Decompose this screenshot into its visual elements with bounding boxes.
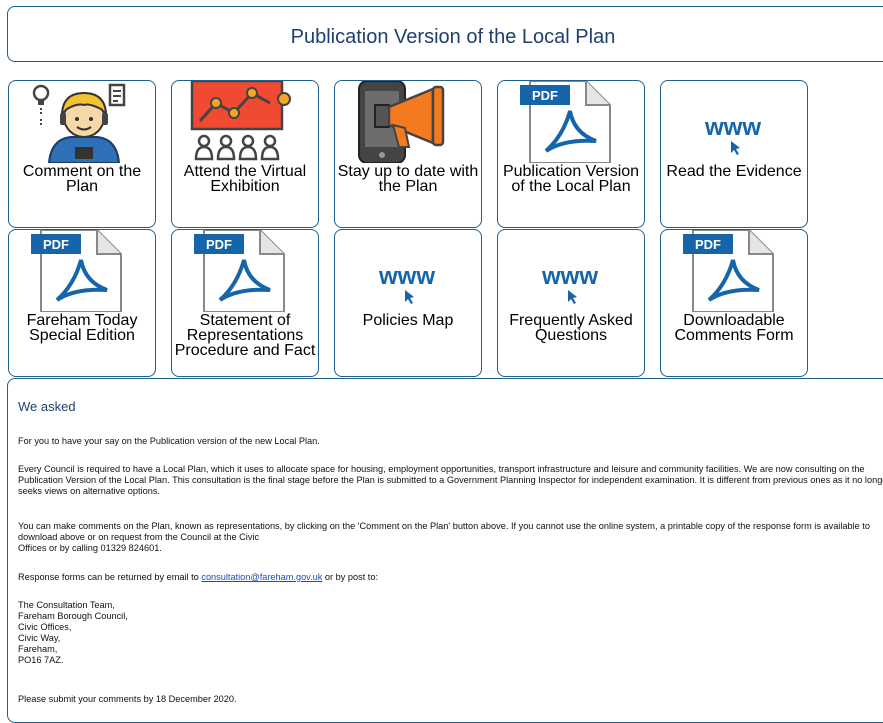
www-link-icon: www [541,263,598,304]
tile-policies-map[interactable]: www Policies Map [334,229,482,377]
tile-label: Comment on the Plan [22,163,142,195]
phone-megaphone-icon [358,81,445,163]
local-plan-paragraph: Every Council is required to have a Loca… [18,464,883,496]
tile-label: Frequently Asked Questions [509,312,633,344]
comments-text-2: Offices or by calling 01329 824601. [18,543,162,553]
response-paragraph: Response forms can be returned by email … [18,572,883,583]
pdf-icon: PDF [194,230,285,312]
tile-label: Read the Evidence [666,163,802,180]
commenter-person-icon [32,83,126,163]
tile-read-the-evidence[interactable]: www Read the Evidence [660,80,808,228]
response-text-before: Response forms can be returned by email … [18,572,202,582]
tile-attend-virtual-exhibition[interactable]: Attend the Virtual Exhibition [171,80,319,228]
tile-label: Policies Map [362,312,454,329]
pdf-icon: PDF [683,230,774,312]
tile-comment-on-the-plan[interactable]: Comment on the Plan [8,80,156,228]
www-link-icon: www [704,114,761,155]
response-text-after: or by post to: [322,572,379,582]
www-link-icon: www [378,263,435,304]
address-line: Civic Offices, [18,622,72,632]
address-line: Civic Way, [18,633,61,643]
tile-label: Stay up to date with the Plan [337,163,479,195]
pdf-badge-text: PDF [695,237,721,252]
address-line: The Consultation Team, [18,600,115,610]
comments-paragraph: You can make comments on the Plan, known… [18,521,883,554]
pdf-badge-text: PDF [206,237,232,252]
pdf-icon: PDF [31,230,122,312]
pdf-icon: PDF [520,81,611,163]
address-line: Fareham Borough Council, [18,611,128,621]
address-line: PO16 7AZ. [18,655,64,665]
tile-label: Fareham Today Special Edition [26,312,138,344]
presentation-audience-icon [190,81,291,161]
tile-frequently-asked-questions[interactable]: www Frequently Asked Questions [497,229,645,377]
deadline-paragraph: Please submit your comments by 18 Decemb… [18,694,237,704]
content-panel: We asked For you to have your say on the… [7,378,883,723]
tile-label: Attend the Virtual Exhibition [183,163,307,195]
www-text: www [378,263,435,290]
tile-statement-of-representations[interactable]: PDF Statement of Representations Procedu… [171,229,319,377]
www-text: www [541,263,598,290]
address-line: Fareham, [18,644,58,654]
www-text: www [704,114,761,141]
pdf-badge-text: PDF [43,237,69,252]
comments-text-1: You can make comments on the Plan, known… [18,521,870,542]
page-title-box: Publication Version of the Local Plan [7,6,883,62]
intro-paragraph: For you to have your say on the Publicat… [18,436,320,446]
page-title: Publication Version of the Local Plan [290,26,616,48]
tile-publication-version[interactable]: PDF Publication Version of the Local Pla… [497,80,645,228]
tile-downloadable-comments-form[interactable]: PDF Downloadable Comments Form [660,229,808,377]
pdf-badge-text: PDF [532,88,558,103]
postal-address: The Consultation Team, Fareham Borough C… [18,600,883,666]
section-heading: We asked [18,399,76,414]
tile-fareham-today[interactable]: PDF Fareham Today Special Edition [8,229,156,377]
tile-label: Publication Version of the Local Plan [502,163,640,195]
tile-label: Downloadable Comments Form [674,312,794,344]
tile-stay-up-to-date[interactable]: Stay up to date with the Plan [334,80,482,228]
email-link[interactable]: consultation@fareham.gov.uk [201,572,322,582]
tile-label: Statement of Representations Procedure a… [174,312,316,359]
